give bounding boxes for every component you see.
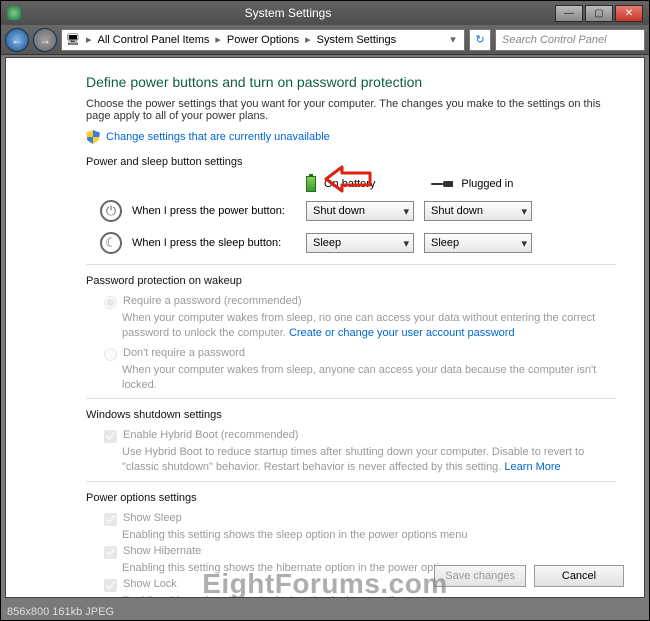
show-sleep-label: Show Sleep — [123, 512, 182, 524]
sleep-battery-select[interactable]: Sleep — [306, 233, 414, 253]
hybrid-boot-label: Enable Hybrid Boot (recommended) — [123, 429, 298, 441]
show-sleep-desc: Enabling this setting shows the sleep op… — [122, 528, 616, 543]
annotation-arrow — [324, 164, 372, 194]
title-bar: System Settings — ▢ ✕ — [1, 1, 649, 25]
section-shutdown-label: Windows shutdown settings — [86, 409, 616, 421]
no-password-radio — [104, 348, 117, 361]
page-intro: Choose the power settings that you want … — [86, 98, 616, 122]
require-password-radio — [104, 296, 117, 309]
breadcrumb-item[interactable]: Power Options — [227, 34, 299, 46]
back-button[interactable]: ← — [5, 28, 29, 52]
show-lock-desc: Enabling this setting shows the lock opt… — [122, 594, 616, 598]
nav-bar: ← → 🖥 ▸ All Control Panel Items ▸ Power … — [1, 25, 649, 55]
require-password-label: Require a password (recommended) — [123, 295, 302, 307]
save-button: Save changes — [434, 565, 526, 587]
show-sleep-checkbox — [104, 513, 117, 526]
cp-icon: 🖥 — [66, 33, 80, 46]
show-lock-label: Show Lock — [123, 578, 177, 590]
close-button[interactable]: ✕ — [615, 5, 643, 22]
account-password-link[interactable]: Create or change your user account passw… — [289, 327, 515, 339]
breadcrumb[interactable]: 🖥 ▸ All Control Panel Items ▸ Power Opti… — [61, 29, 465, 51]
change-settings-link[interactable]: Change settings that are currently unava… — [106, 131, 330, 143]
section-password-label: Password protection on wakeup — [86, 275, 616, 287]
maximize-button[interactable]: ▢ — [585, 5, 613, 22]
breadcrumb-item[interactable]: System Settings — [317, 34, 396, 46]
page-heading: Define power buttons and turn on passwor… — [86, 74, 616, 90]
sleep-icon: ☾ — [100, 232, 122, 254]
no-password-desc: When your computer wakes from sleep, any… — [122, 363, 616, 393]
hybrid-boot-checkbox — [104, 430, 117, 443]
cancel-button[interactable]: Cancel — [534, 565, 624, 587]
power-battery-select[interactable]: Shut down — [306, 201, 414, 221]
show-hibernate-checkbox — [104, 546, 117, 559]
window-title: System Settings — [21, 6, 555, 20]
learn-more-link[interactable]: Learn More — [504, 461, 560, 473]
power-icon: ⏻ — [100, 200, 122, 222]
shield-icon — [86, 130, 100, 144]
show-lock-checkbox — [104, 579, 117, 592]
plug-icon — [431, 179, 453, 189]
minimize-button[interactable]: — — [555, 5, 583, 22]
show-hibernate-label: Show Hibernate — [123, 545, 201, 557]
content-pane: Define power buttons and turn on passwor… — [5, 57, 645, 598]
forward-button[interactable]: → — [33, 28, 57, 52]
sleep-plugged-select[interactable]: Sleep — [424, 233, 532, 253]
search-input[interactable]: Search Control Panel — [495, 29, 645, 51]
no-password-label: Don't require a password — [123, 347, 245, 359]
search-placeholder: Search Control Panel — [502, 34, 607, 46]
chevron-down-icon[interactable]: ▾ — [446, 33, 460, 46]
app-icon — [7, 6, 21, 20]
power-button-label: When I press the power button: — [132, 205, 296, 217]
sleep-button-label: When I press the sleep button: — [132, 237, 296, 249]
section-options-label: Power options settings — [86, 492, 616, 504]
col-plugged: Plugged in — [461, 178, 513, 190]
image-caption: 856x800 161kb JPEG — [7, 606, 114, 618]
power-plugged-select[interactable]: Shut down — [424, 201, 532, 221]
refresh-button[interactable]: ↻ — [469, 29, 491, 51]
battery-icon — [306, 176, 316, 192]
breadcrumb-item[interactable]: All Control Panel Items — [98, 34, 210, 46]
